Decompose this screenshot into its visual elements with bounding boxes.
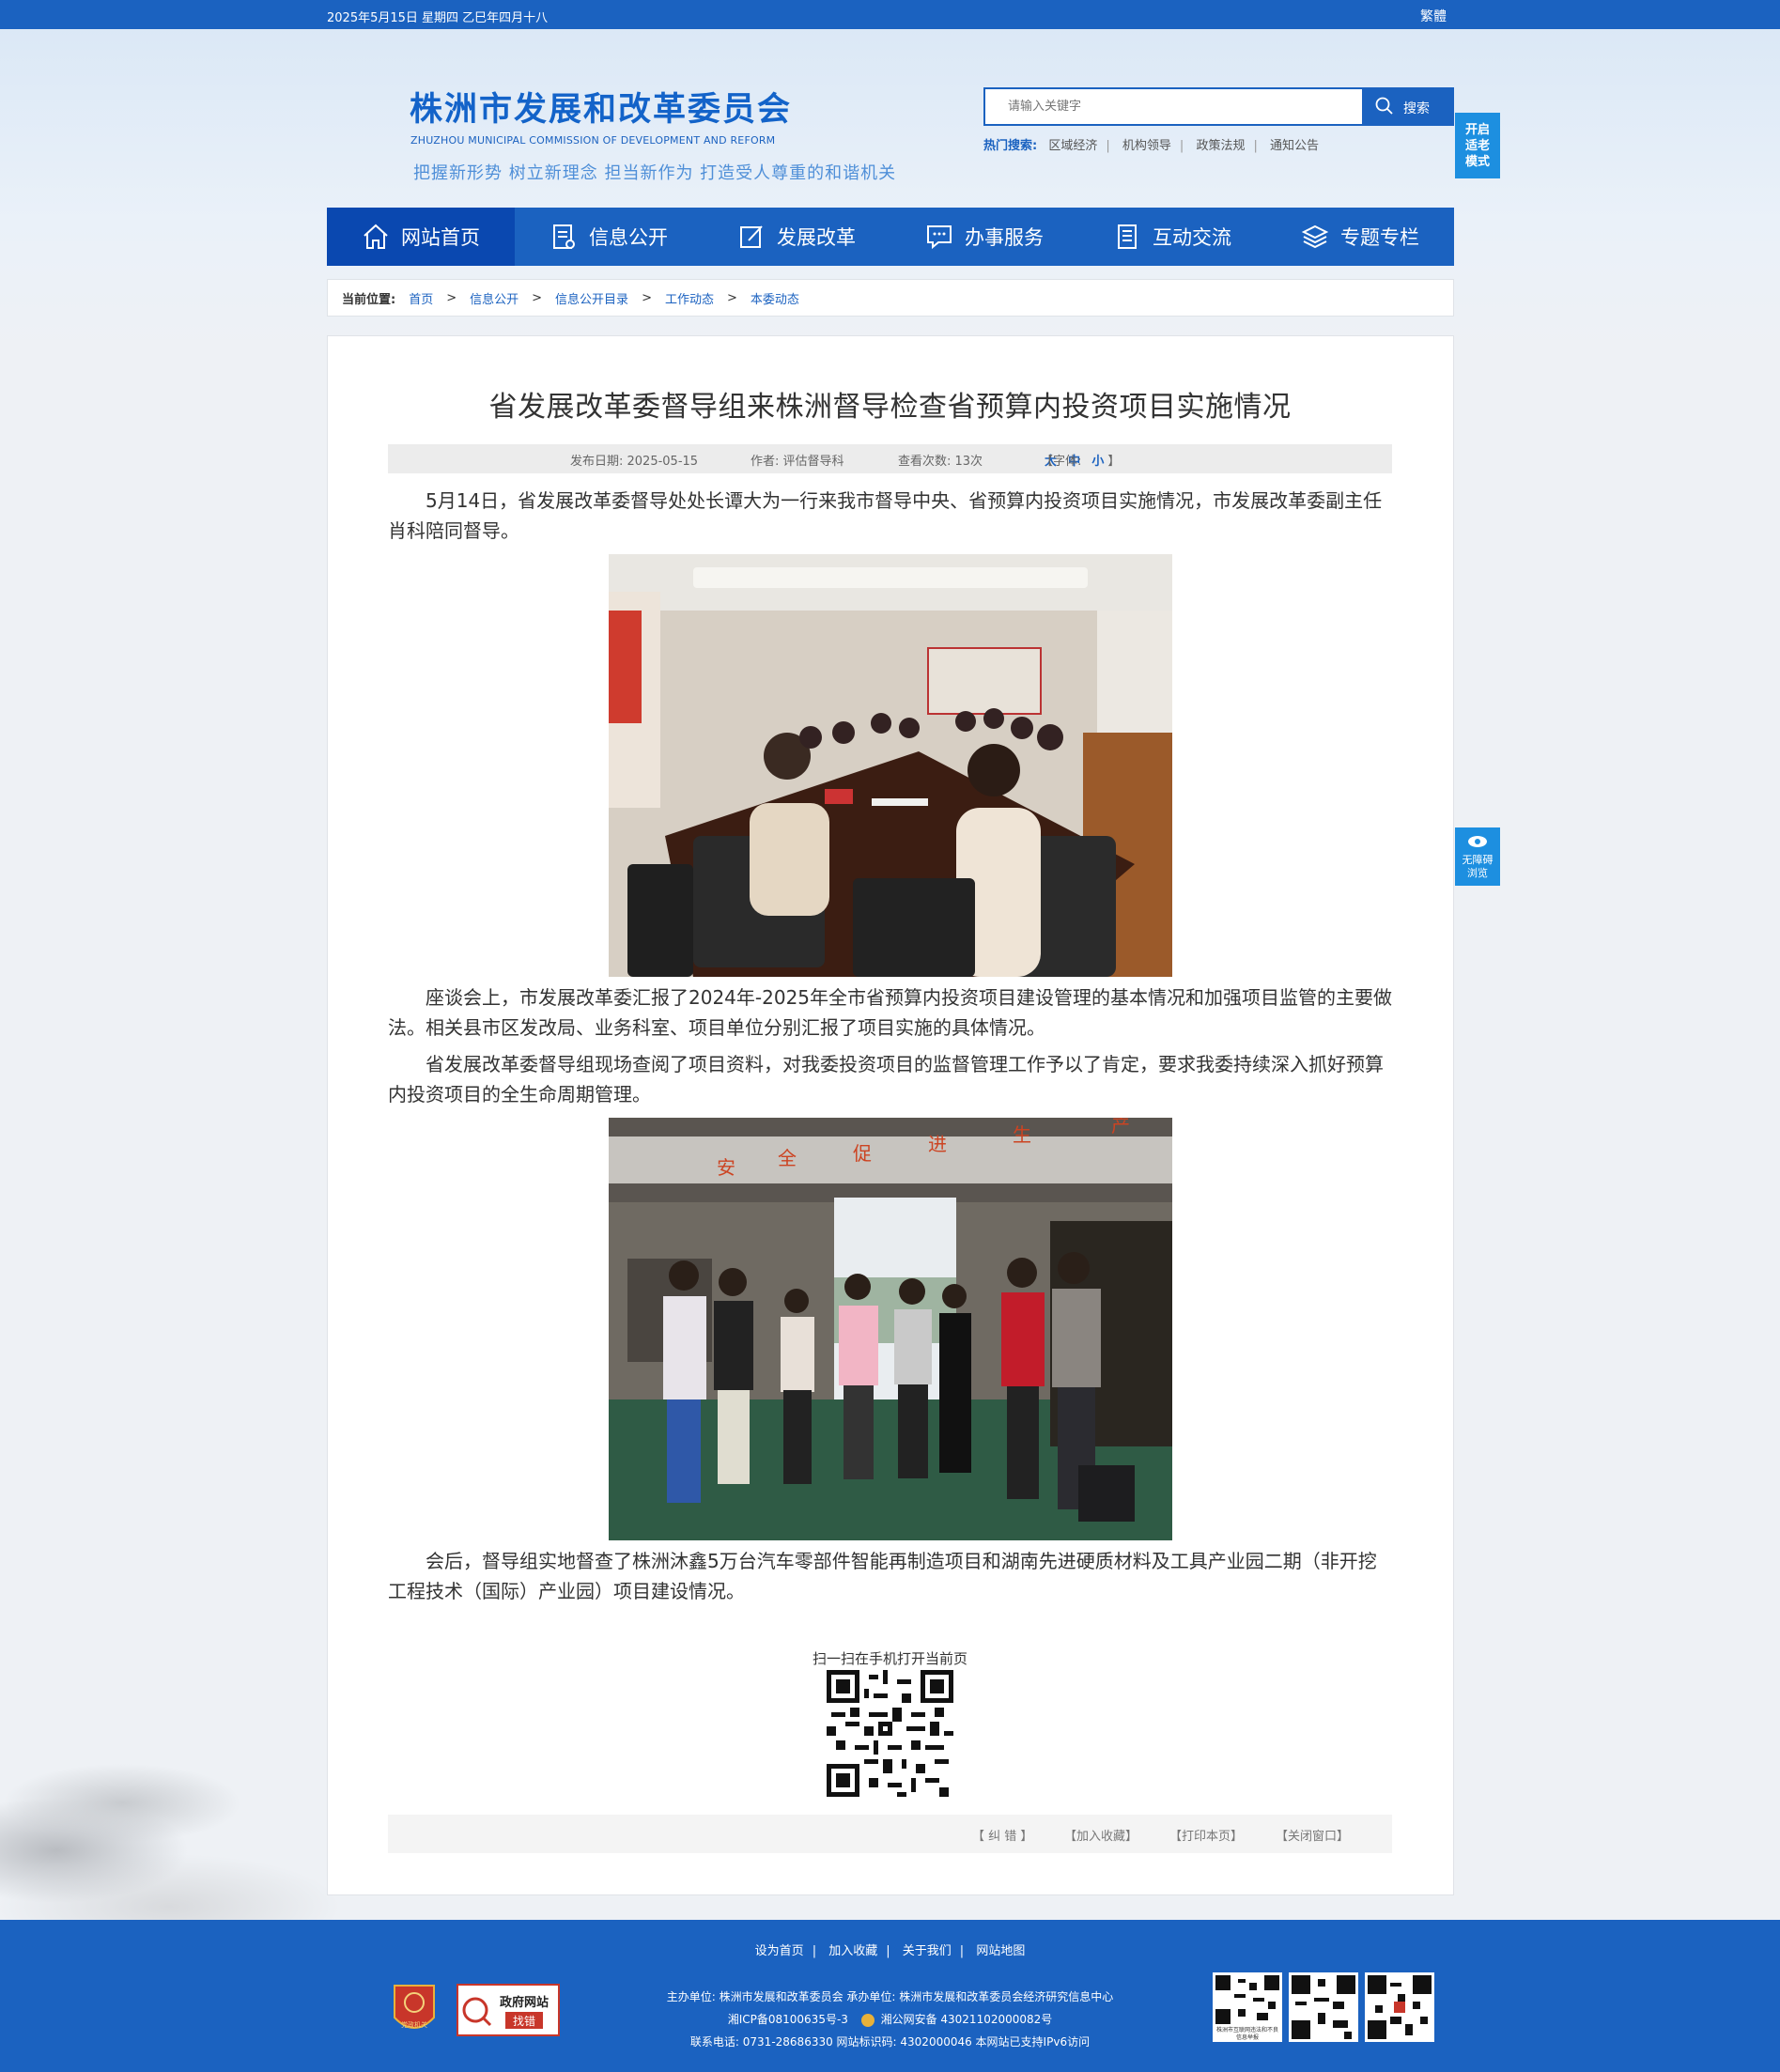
footer-link[interactable]: 设为首页 <box>755 1944 804 1958</box>
meeting-photo <box>609 554 1172 977</box>
breadcrumb-item[interactable]: 本委动态 <box>751 289 799 307</box>
breadcrumb-item[interactable]: 信息公开 <box>470 289 519 307</box>
top-bar: 2025年5月15日 星期四 乙巳年四月十八 繁體 <box>0 0 1780 29</box>
report-error-button[interactable]: 【 纠 错 】 <box>972 1826 1032 1844</box>
hot-search-item[interactable]: 机构领导 <box>1122 139 1171 153</box>
nav-special[interactable]: 专题专栏 <box>1266 208 1454 266</box>
file-icon <box>1118 224 1137 249</box>
footer-links: 设为首页 | 加入收藏 | 关于我们 | 网站地图 <box>754 1944 1026 1958</box>
nav-home[interactable]: 网站首页 <box>327 208 515 266</box>
publish-date: 发布日期: 2025-05-15 <box>570 455 699 469</box>
banner-char: 进 <box>928 1133 947 1155</box>
home-icon <box>364 224 388 249</box>
add-favorite-button[interactable]: 【加入收藏】 <box>1064 1826 1138 1844</box>
banner-char: 生 <box>1013 1123 1031 1146</box>
svg-text:找错: 找错 <box>513 2015 535 2028</box>
banner-char: 促 <box>853 1142 872 1165</box>
hot-search-item[interactable]: 通知公告 <box>1270 139 1319 153</box>
wechat-qr-code <box>1289 1972 1358 2042</box>
search-button[interactable]: 搜索 <box>1362 87 1454 126</box>
article-paragraph: 省发展改革委督导组现场查阅了项目资料，对我委投资项目的监督管理工作予以了肯定，要… <box>388 1053 1384 1106</box>
banner-char: 全 <box>778 1147 797 1169</box>
search-input[interactable] <box>985 89 1362 124</box>
eye-icon <box>1455 835 1500 852</box>
footer-contact: 联系电话: 0731-28686330 网站标识码: 4302000046 本网… <box>689 2035 1091 2049</box>
weibo-qr-code <box>1365 1972 1434 2042</box>
main-nav: 网站首页 信息公开 发展改革 办事服务 互动交流 专题专栏 <box>327 208 1454 266</box>
article-meta: 发布日期: 2025-05-15 作者: 评估督导科 查看次数: 13次 【字体… <box>388 444 1392 473</box>
layers-icon <box>1301 224 1329 249</box>
article-title: 省发展改革委督导组来株洲督导检查省预算内投资项目实施情况 <box>488 391 1292 424</box>
site-title-en: ZHUZHOU MUNICIPAL COMMISSION OF DEVELOPM… <box>410 134 776 147</box>
search-button-label: 搜索 <box>1403 101 1430 116</box>
article-paragraph: 会后，督导组实地督查了株洲沐鑫5万台汽车零部件智能再制造项目和湖南先进硬质材料及… <box>388 1550 1377 1602</box>
article-tools: 【 纠 错 】 【加入收藏】 【打印本页】 【关闭窗口】 <box>388 1815 1392 1853</box>
nav-interaction[interactable]: 互动交流 <box>1078 208 1266 266</box>
search-box <box>983 87 1362 126</box>
nav-info[interactable]: 信息公开 <box>515 208 703 266</box>
elder-mode-button[interactable]: 开启 适老 模式 <box>1455 113 1500 178</box>
icp-link[interactable]: 湘ICP备08100635号-3 <box>728 2013 848 2026</box>
footer-link[interactable]: 关于我们 <box>903 1944 952 1958</box>
gov-site-find-error-badge[interactable]: 政府网站 找错 <box>457 1984 560 2036</box>
article-paragraph: 5月14日，省发展改革委督导处处长谭大为一行来我市督导中央、省预算内投资项目实施… <box>388 489 1383 542</box>
nav-service[interactable]: 办事服务 <box>890 208 1078 266</box>
hot-search-item[interactable]: 政策法规 <box>1196 139 1245 153</box>
site-title[interactable]: 株洲市发展和改革委员会 <box>410 83 792 131</box>
page-qr-code <box>827 1670 953 1801</box>
breadcrumb-label: 当前位置: <box>342 292 396 307</box>
edit-icon <box>740 225 763 248</box>
breadcrumb-item[interactable]: 信息公开目录 <box>555 289 628 307</box>
banner-char: 安 <box>717 1156 735 1179</box>
article-author: 作者: 评估督导科 <box>751 455 844 469</box>
banner-char: 产 <box>1111 1118 1130 1137</box>
breadcrumb-item[interactable]: 工作动态 <box>665 289 714 307</box>
view-count: 查看次数: 13次 <box>898 455 983 469</box>
document-icon <box>553 224 575 249</box>
print-button[interactable]: 【打印本页】 <box>1169 1826 1243 1844</box>
search-icon <box>1375 97 1394 119</box>
footer: 设为首页 | 加入收藏 | 关于我们 | 网站地图 主办单位: 株洲市发展和改革委员会… <box>0 1920 1780 2072</box>
font-size-control: 【字体: 大 中 小 】 <box>1041 455 1121 469</box>
chat-icon <box>927 225 952 250</box>
qr-caption: 扫一扫在手机打开当前页 <box>812 1650 967 1667</box>
date-text: 2025年5月15日 星期四 乙巳年四月十八 <box>327 11 549 25</box>
footer-registration: 湘ICP备08100635号-3 湘公网安备 43021102000082号 <box>0 2011 1780 2027</box>
accessibility-button[interactable]: 无障碍 浏览 <box>1455 827 1500 886</box>
footer-host: 主办单位: 株洲市发展和改革委员会 承办单位: 株洲市发展和改革委员会经济研究信… <box>666 1990 1114 2003</box>
site-visit-photo: 安 全 促 进 生 产 <box>609 1118 1172 1540</box>
hot-search-label: 热门搜索: <box>983 139 1038 153</box>
svg-text:党政机关: 党政机关 <box>401 2020 427 2029</box>
breadcrumb: 当前位置: 首页 > 信息公开 > 信息公开目录 > 工作动态 > 本委动态 <box>327 279 1454 317</box>
site-slogan: 把握新形势 树立新理念 担当新作为 打造受人尊重的和谐机关 <box>413 163 897 183</box>
svg-text:政府网站: 政府网站 <box>500 1995 549 2010</box>
police-record-link[interactable]: 湘公网安备 43021102000082号 <box>881 2013 1053 2026</box>
close-window-button[interactable]: 【关闭窗口】 <box>1276 1826 1349 1844</box>
party-gov-badge[interactable]: 党政机关 <box>391 1982 438 2038</box>
article-paragraph: 座谈会上，市发展改革委汇报了2024年-2025年全市省预算内投资项目建设管理的… <box>388 986 1393 1039</box>
hot-search: 热门搜索: 区域经济 | 机构领导 | 政策法规 | 通知公告 <box>983 139 1319 153</box>
report-qr-code: 株洲市互联网违法和不良信息举报 <box>1213 1972 1282 2042</box>
font-small-button[interactable]: 小 <box>1091 455 1104 469</box>
report-qr-caption: 株洲市互联网违法和不良信息举报 <box>1215 2027 1278 2041</box>
footer-link[interactable]: 加入收藏 <box>828 1944 877 1958</box>
footer-link[interactable]: 网站地图 <box>976 1944 1025 1958</box>
police-badge-icon <box>860 2013 875 2027</box>
breadcrumb-item[interactable]: 首页 <box>409 289 433 307</box>
traditional-chinese-link[interactable]: 繁體 <box>1420 7 1447 25</box>
nav-reform[interactable]: 发展改革 <box>703 208 890 266</box>
hot-search-item[interactable]: 区域经济 <box>1048 139 1097 153</box>
